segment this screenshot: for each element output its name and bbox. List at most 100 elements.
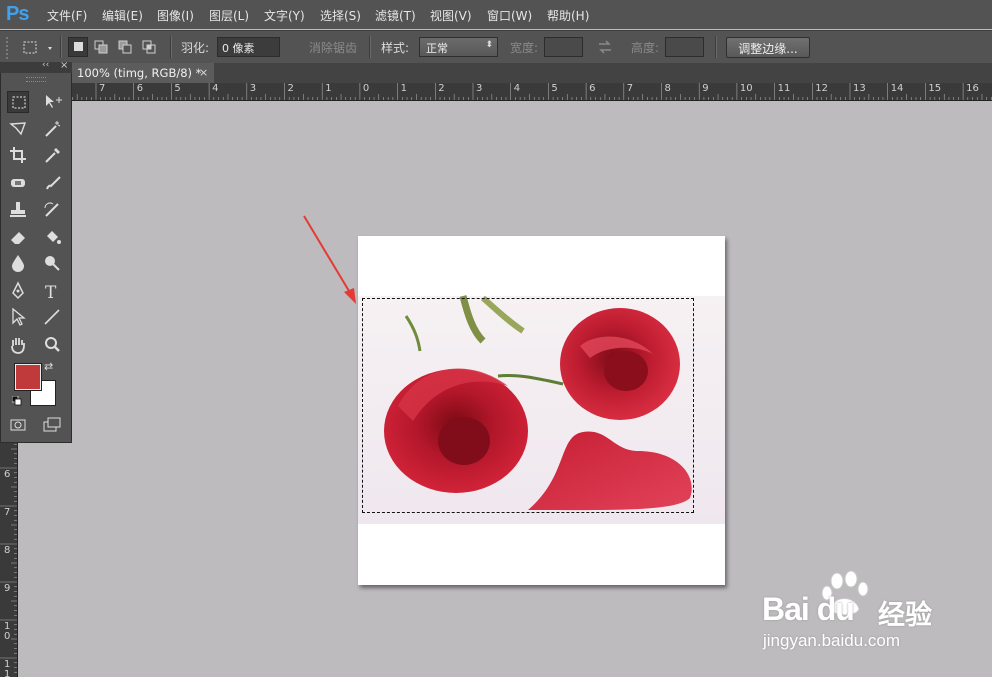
feather-input[interactable]: 0 像素 bbox=[217, 37, 280, 57]
ruler-label: 7 bbox=[626, 83, 634, 94]
options-separator bbox=[369, 36, 371, 58]
width-input[interactable] bbox=[544, 37, 583, 57]
move-tool[interactable] bbox=[41, 91, 63, 113]
menu-filter[interactable]: 滤镜(T) bbox=[375, 7, 416, 24]
eraser-icon bbox=[11, 232, 25, 244]
add-selection-icon bbox=[94, 40, 108, 54]
close-tab-icon[interactable]: × bbox=[199, 66, 208, 79]
hand-tool[interactable] bbox=[7, 334, 29, 356]
options-bar: 羽化: 0 像素 消除锯齿 样式: 正常 ⬍ 宽度: 高度: 调整边缘... bbox=[0, 30, 992, 82]
magic-wand-tool[interactable] bbox=[41, 118, 63, 140]
horizontal-ruler[interactable]: 7 6 5 4 3 2 1 0 1 2 3 4 5 6 7 8 9 10 11 12 13 14 15 16 bbox=[0, 83, 992, 101]
screen-mode-button[interactable] bbox=[41, 414, 63, 436]
ruler-label: 7 bbox=[4, 507, 11, 518]
style-select-value: 正常 bbox=[426, 42, 448, 55]
menu-select[interactable]: 选择(S) bbox=[320, 7, 361, 24]
subtract-selection-button[interactable] bbox=[116, 37, 136, 57]
ruler-label: 10 bbox=[739, 83, 753, 94]
ruler-label: 1 bbox=[325, 83, 332, 94]
menu-bar: Ps 文件(F) 编辑(E) 图像(I) 图层(L) 文字(Y) 选择(S) 滤… bbox=[0, 0, 992, 29]
menu-edit[interactable]: 编辑(E) bbox=[102, 7, 143, 24]
options-separator bbox=[60, 36, 62, 58]
pen-icon bbox=[12, 281, 24, 300]
menu-file[interactable]: 文件(F) bbox=[47, 7, 87, 24]
ruler-label: 12 bbox=[815, 83, 829, 94]
intersect-selection-button[interactable] bbox=[140, 37, 160, 57]
default-colors-icon[interactable] bbox=[11, 395, 22, 406]
menu-view[interactable]: 视图(V) bbox=[430, 7, 472, 24]
ruler-label: 3 bbox=[249, 83, 257, 94]
menu-type[interactable]: 文字(Y) bbox=[264, 7, 305, 24]
tools-panel-header[interactable]: ‹‹ × bbox=[0, 60, 72, 73]
options-separator bbox=[170, 36, 172, 58]
new-selection-button[interactable] bbox=[68, 37, 88, 57]
swap-dimensions-icon[interactable] bbox=[597, 39, 613, 58]
svg-text:T: T bbox=[45, 283, 57, 302]
path-selection-tool[interactable] bbox=[7, 306, 29, 328]
options-grip[interactable] bbox=[6, 37, 12, 59]
pen-tool[interactable] bbox=[7, 280, 29, 302]
ruler-label: 11 bbox=[777, 83, 791, 94]
marquee-selection[interactable] bbox=[362, 298, 694, 513]
width-label: 宽度: bbox=[510, 41, 539, 55]
paint-bucket-icon bbox=[47, 231, 61, 244]
brush-tool[interactable] bbox=[41, 172, 63, 194]
lasso-tool[interactable] bbox=[7, 118, 29, 140]
ruler-label: 1 1 bbox=[4, 659, 11, 677]
marquee-icon bbox=[12, 96, 26, 109]
add-selection-button[interactable] bbox=[92, 37, 112, 57]
ruler-ticks bbox=[1, 83, 992, 100]
quick-mask-icon bbox=[10, 419, 26, 431]
ruler-label: 15 bbox=[928, 83, 942, 94]
clone-stamp-tool[interactable] bbox=[7, 199, 29, 221]
swap-colors-icon[interactable]: ⇄ bbox=[44, 360, 53, 373]
menu-help[interactable]: 帮助(H) bbox=[547, 7, 589, 24]
history-brush-tool[interactable] bbox=[41, 199, 63, 221]
type-tool[interactable]: T bbox=[41, 280, 63, 303]
document-tab-title: 100% (timg, RGB/8) * bbox=[77, 66, 202, 80]
healing-brush-tool[interactable] bbox=[7, 172, 29, 194]
ruler-label: 5 bbox=[174, 83, 181, 94]
paint-bucket-tool[interactable] bbox=[41, 226, 63, 248]
eraser-tool[interactable] bbox=[7, 226, 29, 248]
ruler-label: 0 bbox=[362, 83, 370, 94]
ruler-label: 14 bbox=[890, 83, 904, 94]
zoom-icon bbox=[45, 337, 60, 352]
menu-window[interactable]: 窗口(W) bbox=[487, 7, 532, 24]
ruler-label: 7 bbox=[99, 83, 106, 94]
ruler-label: 9 bbox=[702, 83, 709, 94]
blur-tool[interactable] bbox=[7, 252, 29, 274]
style-select[interactable]: 正常 ⬍ bbox=[419, 37, 498, 57]
height-input[interactable] bbox=[665, 37, 704, 57]
crop-icon bbox=[10, 147, 26, 163]
panel-grip[interactable] bbox=[26, 77, 46, 82]
history-brush-icon bbox=[44, 202, 59, 217]
eyedropper-icon bbox=[45, 148, 60, 163]
ruler-label: 16 bbox=[966, 83, 979, 94]
ruler-label: 9 bbox=[4, 583, 11, 594]
foreground-color-swatch[interactable] bbox=[14, 363, 42, 391]
tool-preset-picker[interactable] bbox=[22, 39, 54, 60]
new-selection-icon bbox=[74, 42, 83, 51]
eyedropper-tool[interactable] bbox=[41, 144, 63, 166]
ruler-label: 4 bbox=[513, 83, 521, 94]
menu-image[interactable]: 图像(I) bbox=[157, 7, 194, 24]
path-selection-icon bbox=[12, 307, 26, 326]
quick-mask-button[interactable] bbox=[7, 414, 29, 436]
ruler-label: 6 bbox=[589, 83, 596, 94]
close-panel-icon[interactable]: × bbox=[60, 60, 68, 71]
ruler-label: 6 bbox=[136, 83, 144, 94]
ruler-label: 1 0 bbox=[4, 621, 11, 642]
refine-edge-button[interactable]: 调整边缘... bbox=[726, 37, 810, 58]
dodge-tool[interactable] bbox=[41, 252, 63, 274]
zoom-tool[interactable] bbox=[41, 334, 63, 356]
menu-layer[interactable]: 图层(L) bbox=[209, 7, 249, 24]
water-drop-icon bbox=[12, 255, 24, 272]
ruler-label: 2 bbox=[287, 83, 294, 94]
collapse-panel-icon[interactable]: ‹‹ bbox=[42, 60, 49, 70]
crop-tool[interactable] bbox=[7, 144, 29, 166]
watermark-url: jingyan.baidu.com bbox=[763, 631, 901, 650]
rectangular-marquee-tool[interactable] bbox=[7, 91, 29, 113]
line-tool[interactable] bbox=[41, 306, 63, 328]
ruler-label: 13 bbox=[853, 83, 866, 94]
